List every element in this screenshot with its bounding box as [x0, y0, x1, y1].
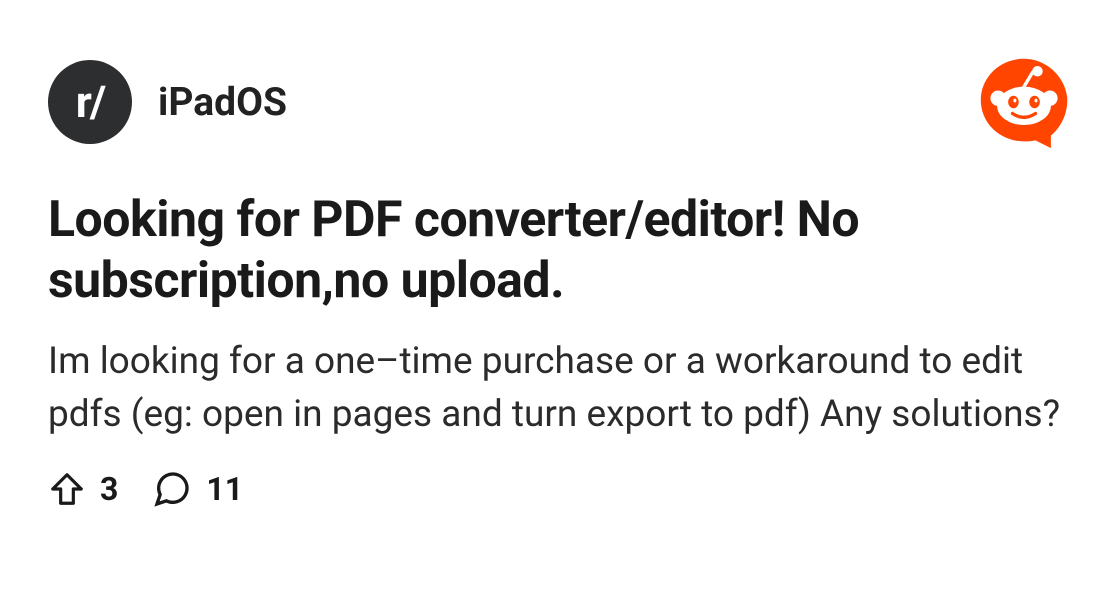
post-actions: 3 11 [48, 469, 1072, 509]
post-header: r/ iPadOS [48, 54, 1072, 150]
post-body: Im looking for a one–time purchase or a … [48, 336, 1072, 441]
reddit-logo-icon[interactable] [976, 54, 1072, 150]
post-title: Looking for PDF converter/editor! No sub… [48, 190, 1072, 312]
upvote-icon [48, 470, 86, 508]
subreddit-name[interactable]: iPadOS [158, 79, 287, 125]
subreddit-icon[interactable]: r/ [48, 60, 132, 144]
comment-count: 11 [206, 470, 243, 508]
comment-icon [152, 469, 192, 509]
comment-action[interactable]: 11 [152, 469, 243, 509]
subreddit-icon-text: r/ [76, 76, 104, 128]
upvote-action[interactable]: 3 [48, 470, 118, 508]
subreddit-info[interactable]: r/ iPadOS [48, 60, 287, 144]
upvote-count: 3 [100, 470, 118, 508]
